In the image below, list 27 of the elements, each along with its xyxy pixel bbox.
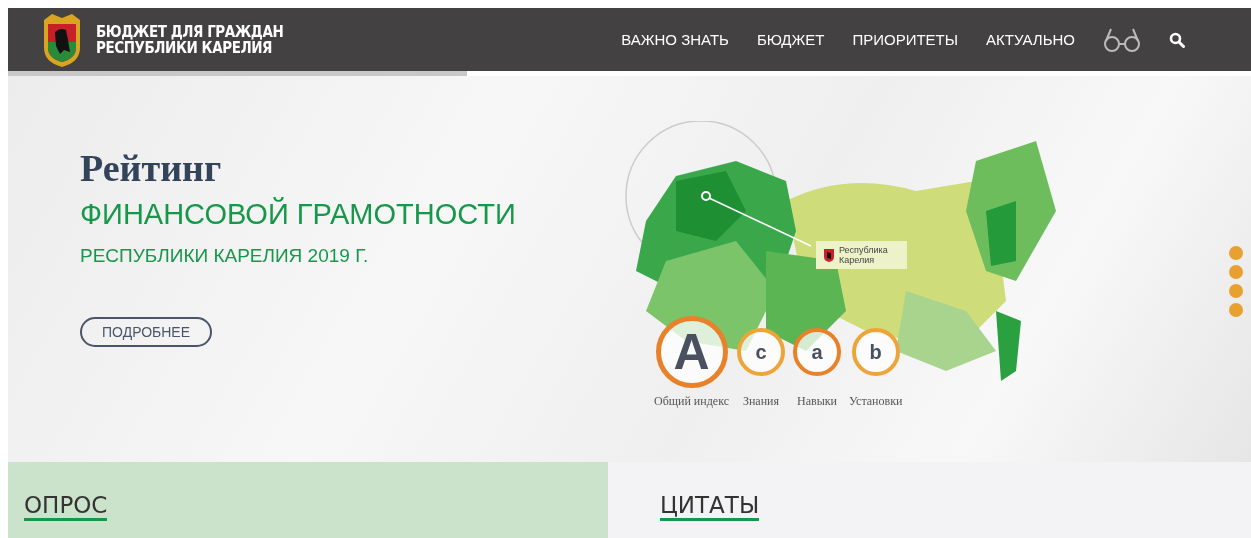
glasses-icon[interactable] <box>1103 26 1141 53</box>
nav-link[interactable]: АКТУАЛЬНО <box>986 31 1075 48</box>
pager-dot[interactable] <box>1229 303 1243 317</box>
grade-circle: b <box>851 328 900 376</box>
nav-link[interactable]: БЮДЖЕТ <box>756 31 825 48</box>
grade-circle: a <box>793 328 841 376</box>
section-title: ЦИТАТЫ <box>660 492 760 521</box>
pager-dot[interactable] <box>1229 284 1243 298</box>
grade-label: Установки <box>849 394 903 409</box>
hero-title: Рейтинг <box>80 146 223 190</box>
pager-dot[interactable] <box>1229 246 1243 260</box>
grade-circle: A <box>655 316 728 388</box>
section-title: ОПРОС <box>24 492 108 521</box>
pager-dot[interactable] <box>1229 265 1243 279</box>
region-label: Республика Карелия <box>839 245 889 265</box>
coat-of-arms-icon <box>824 248 834 262</box>
search-icon[interactable] <box>1169 31 1185 48</box>
grade-circle: c <box>737 328 785 376</box>
grade-label: Знания <box>742 394 780 409</box>
nav-link[interactable]: ВАЖНО ЗНАТЬ <box>621 31 729 48</box>
grade-label: Навыки <box>797 394 837 409</box>
grade-label: Общий индекс <box>654 394 729 409</box>
hero-subtitle: ФИНАНСОВОЙ ГРАМОТНОСТИ <box>80 198 516 231</box>
hero-subtitle: РЕСПУБЛИКИ КАРЕЛИЯ 2019 Г. <box>80 245 370 267</box>
nav-link[interactable]: ПРИОРИТЕТЫ <box>852 31 959 48</box>
site-title[interactable]: БЮДЖЕТ ДЛЯ ГРАЖДАН РЕСПУБЛИКИ КАРЕЛИЯ <box>96 23 284 56</box>
more-button[interactable]: ПОДРОБНЕЕ <box>80 317 213 347</box>
